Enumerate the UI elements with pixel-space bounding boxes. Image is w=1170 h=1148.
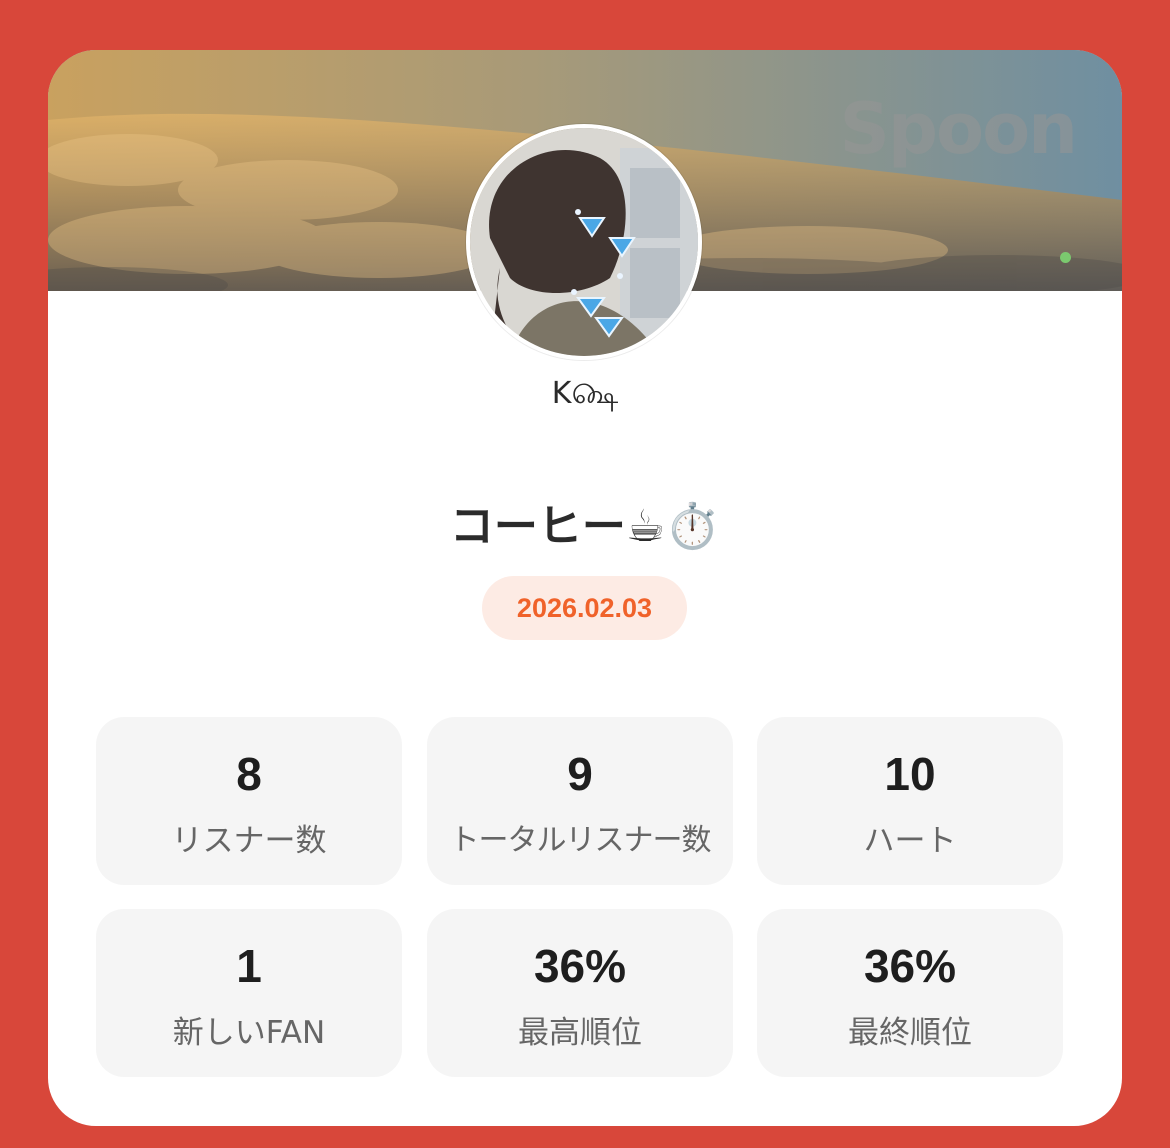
stat-final-rank: 36% 最終順位 xyxy=(757,909,1063,1077)
avatar[interactable] xyxy=(466,124,702,360)
date-badge: 2026.02.03 xyxy=(482,576,687,640)
stat-label: 最高順位 xyxy=(518,1015,642,1051)
status-dot xyxy=(1060,252,1071,263)
stat-value: 1 xyxy=(236,940,262,992)
stat-highest-rank: 36% 最高順位 xyxy=(427,909,733,1077)
stat-total-listeners: 9 トータルリスナー数 xyxy=(427,717,733,885)
avatar-illustration xyxy=(470,128,698,356)
stat-value: 36% xyxy=(533,940,627,992)
stat-label: 最終順位 xyxy=(848,1015,972,1051)
live-report-card: Spoon K௸ コーヒー☕⏱️ 2026.02.03 8 リスナー数 9 トー… xyxy=(48,50,1122,1126)
stat-label: リスナー数 xyxy=(171,823,327,859)
stat-new-fans: 1 新しいFAN xyxy=(96,909,402,1077)
stat-hearts: 10 ハート xyxy=(757,717,1063,885)
username: K௸ xyxy=(551,376,619,411)
stat-label: ハート xyxy=(863,823,957,859)
stat-value: 10 xyxy=(884,748,936,800)
stat-value: 9 xyxy=(567,748,593,800)
stat-label: トータルリスナー数 xyxy=(449,823,712,858)
stat-value: 8 xyxy=(236,748,262,800)
stat-value: 36% xyxy=(863,940,957,992)
live-title: コーヒー☕⏱️ xyxy=(449,501,721,552)
stat-listeners: 8 リスナー数 xyxy=(96,717,402,885)
stat-label: 新しいFAN xyxy=(172,1015,326,1051)
spoon-watermark-logo: Spoon xyxy=(839,88,1078,170)
